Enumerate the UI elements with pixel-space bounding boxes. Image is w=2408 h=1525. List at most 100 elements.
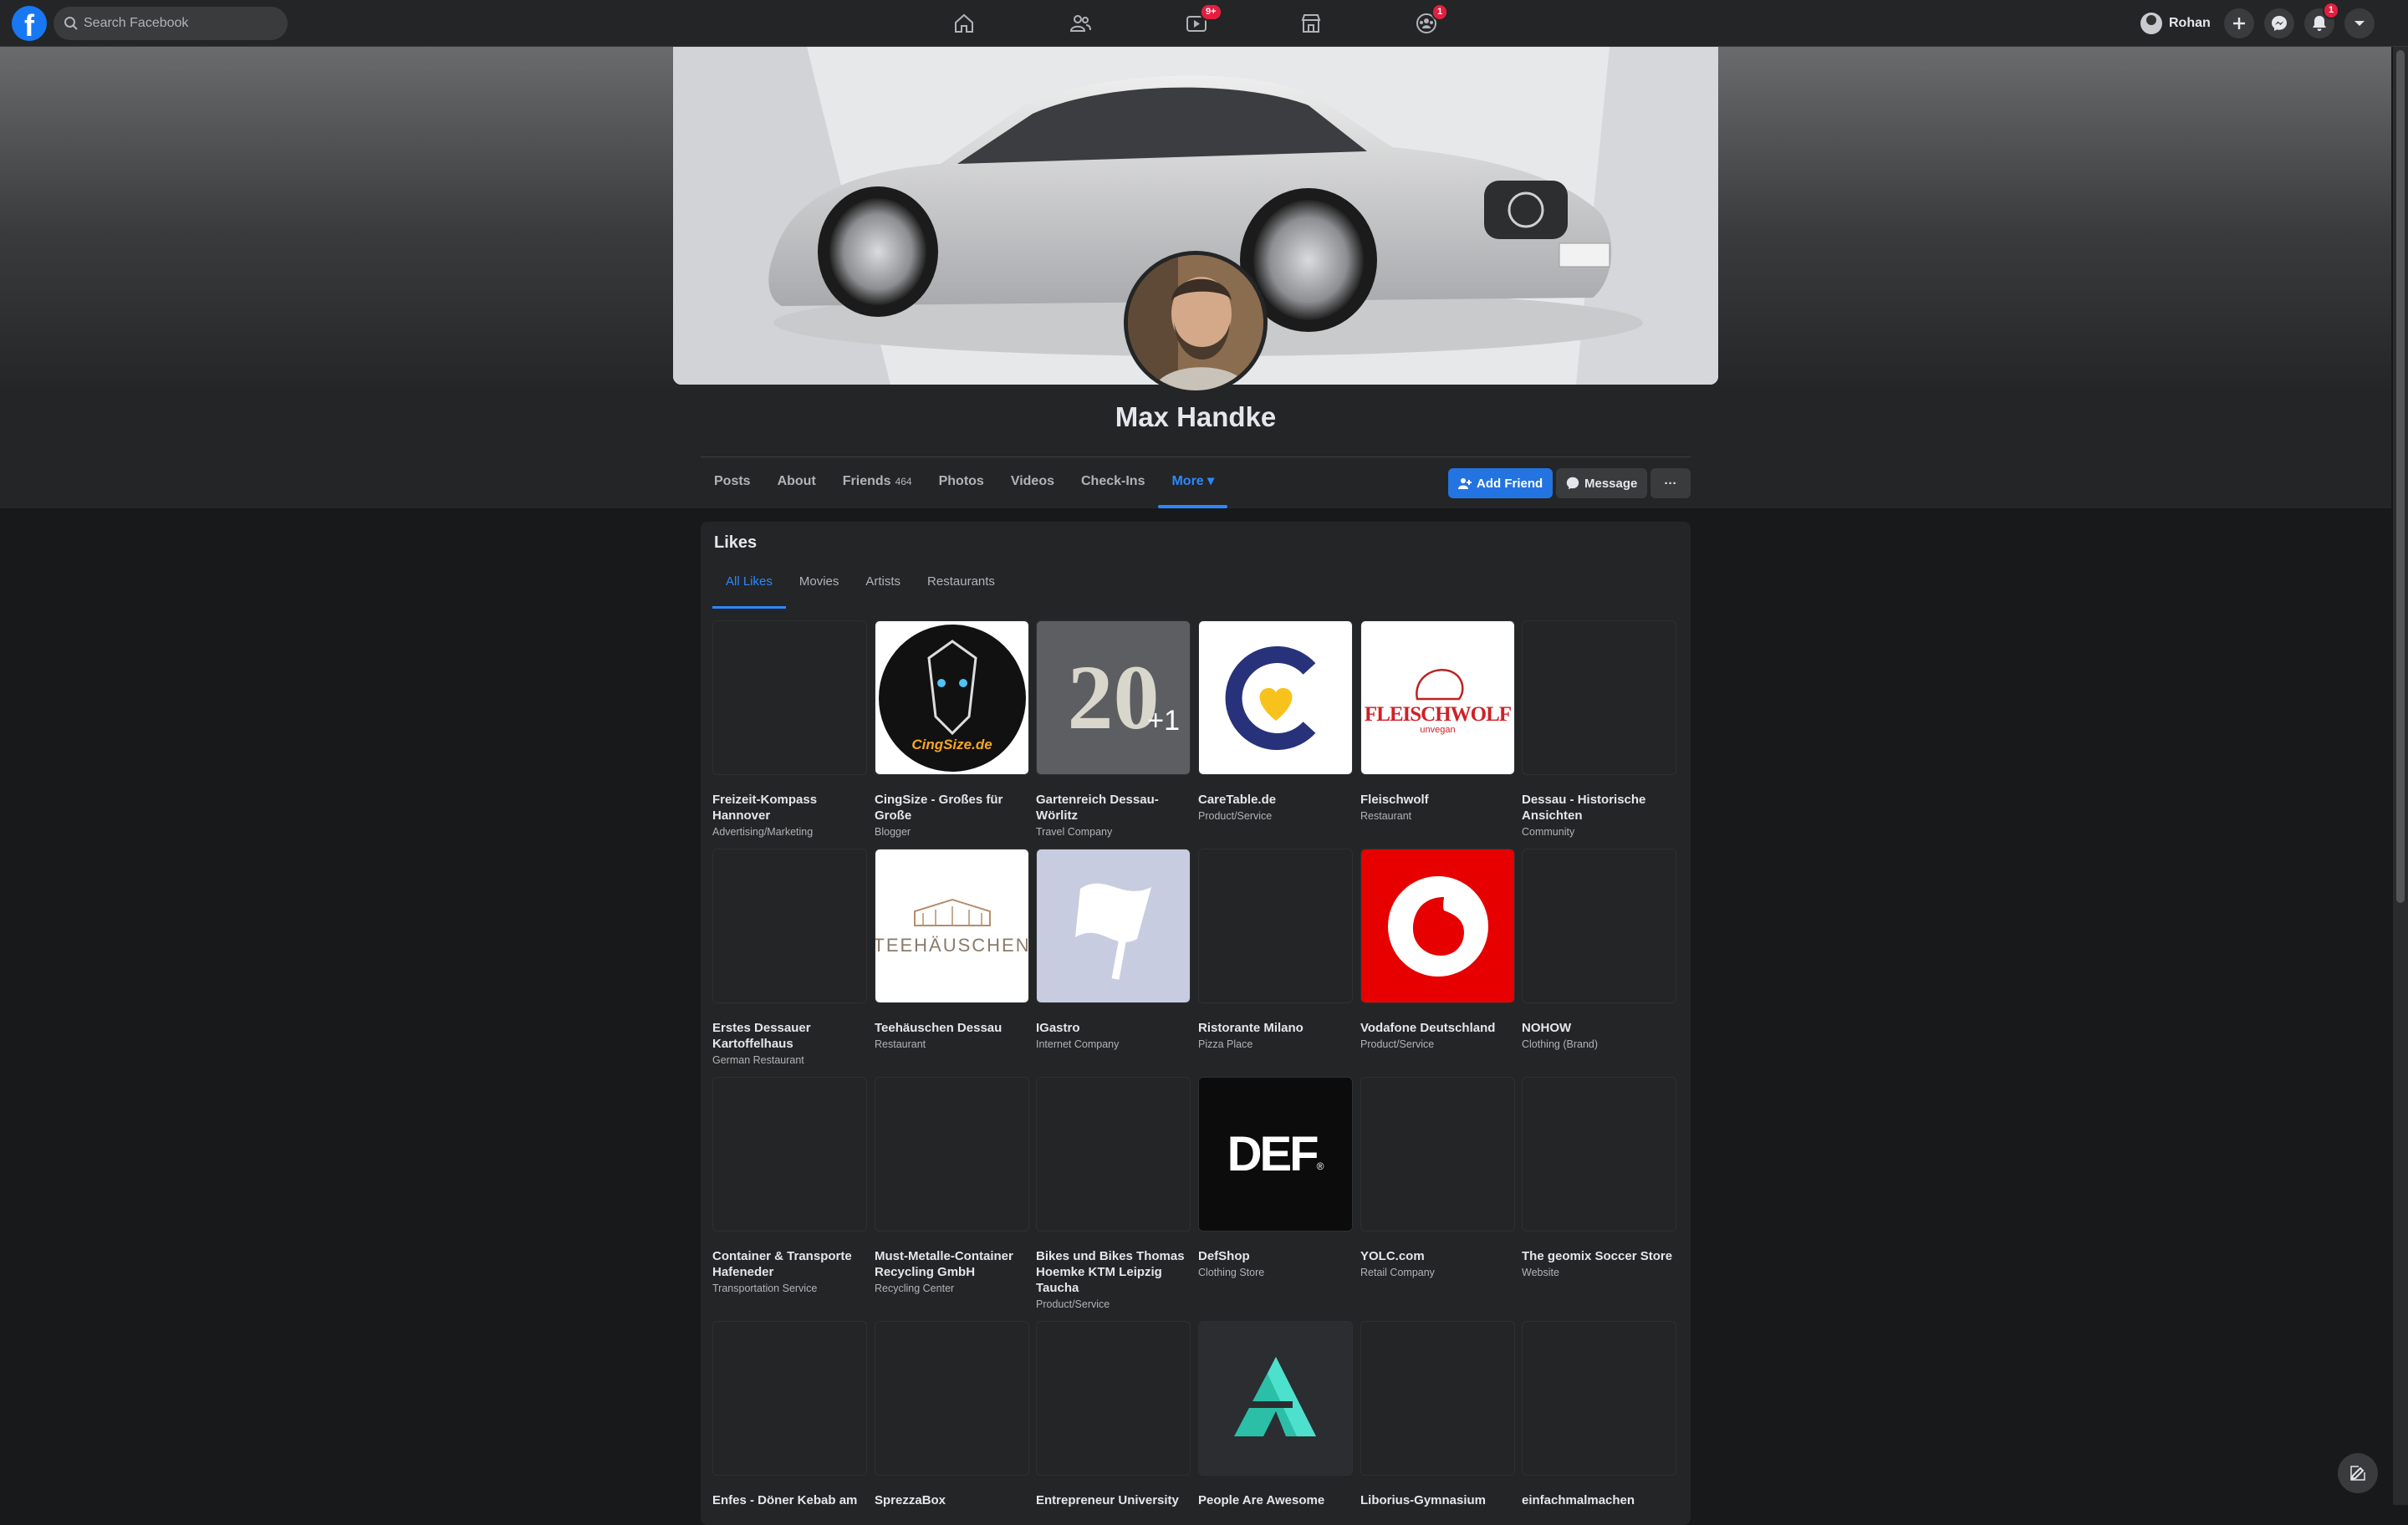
tab-friends[interactable]: Friends 464 bbox=[829, 458, 926, 508]
nav-home-button[interactable] bbox=[941, 8, 987, 38]
page-thumbnail[interactable]: CingSize.de bbox=[875, 620, 1029, 775]
profile-shortcut[interactable]: Rohan bbox=[2140, 8, 2211, 38]
like-item[interactable]: DEF ® DefShop Clothing Store bbox=[1198, 1077, 1353, 1280]
nav-marketplace-button[interactable] bbox=[1288, 8, 1334, 38]
page-name[interactable]: IGastro bbox=[1036, 1020, 1191, 1036]
page-name[interactable]: Liborius-Gymnasium bbox=[1360, 1492, 1515, 1508]
page-name[interactable]: Container & Transporte Hafeneder bbox=[712, 1248, 867, 1280]
page-thumbnail[interactable] bbox=[712, 1077, 867, 1232]
scrollbar[interactable] bbox=[2393, 47, 2408, 1505]
facebook-logo-icon[interactable]: f bbox=[12, 6, 47, 43]
page-name[interactable]: The geomix Soccer Store bbox=[1522, 1248, 1676, 1264]
add-friend-button[interactable]: Add Friend bbox=[1448, 468, 1553, 498]
page-name[interactable]: SprezzaBox bbox=[875, 1492, 1029, 1508]
page-name[interactable]: einfachmalmachen bbox=[1522, 1492, 1676, 1508]
like-item[interactable]: Erstes Dessauer Kartoffelhaus German Rest… bbox=[712, 849, 867, 1068]
like-item[interactable]: Ristorante Milano Pizza Place bbox=[1198, 849, 1353, 1052]
page-thumbnail[interactable] bbox=[1360, 849, 1515, 1003]
page-thumbnail[interactable] bbox=[1360, 1321, 1515, 1476]
page-thumbnail[interactable]: TEEHÄUSCHEN bbox=[875, 849, 1029, 1003]
nav-groups-button[interactable]: 1 bbox=[1403, 3, 1450, 38]
page-name[interactable]: Gartenreich Dessau-Wörlitz bbox=[1036, 792, 1191, 824]
like-item[interactable]: Must-Metalle-Container Recycling GmbH Rec… bbox=[875, 1077, 1029, 1296]
tab-more[interactable]: More ▾ bbox=[1158, 458, 1227, 508]
like-item[interactable]: Entrepreneur University bbox=[1036, 1321, 1191, 1510]
like-item[interactable]: TEEHÄUSCHEN Teehäuschen Dessau Restaurant bbox=[875, 849, 1029, 1052]
tab-check-ins[interactable]: Check-Ins bbox=[1068, 458, 1158, 508]
page-thumbnail[interactable] bbox=[1522, 620, 1676, 775]
like-item[interactable]: CingSize.de CingSize - Großes für Große Bl… bbox=[875, 620, 1029, 839]
page-thumbnail[interactable] bbox=[712, 1321, 867, 1476]
like-item[interactable]: Liborius-Gymnasium bbox=[1360, 1321, 1515, 1510]
tab-movies[interactable]: Movies bbox=[786, 555, 853, 609]
page-name[interactable]: NOHOW bbox=[1522, 1020, 1676, 1036]
like-item[interactable]: NOHOW Clothing (Brand) bbox=[1522, 849, 1676, 1052]
page-thumbnail[interactable] bbox=[1036, 1077, 1191, 1232]
page-thumbnail[interactable] bbox=[712, 620, 867, 775]
nav-watch-button[interactable]: 9+ bbox=[1173, 3, 1222, 38]
page-name[interactable]: CingSize - Großes für Große bbox=[875, 792, 1029, 824]
page-thumbnail[interactable] bbox=[875, 1321, 1029, 1476]
page-thumbnail[interactable]: FLEISCHWOLF unvegan bbox=[1360, 620, 1515, 775]
page-name[interactable]: YOLC.com bbox=[1360, 1248, 1515, 1264]
like-item[interactable]: einfachmalmachen bbox=[1522, 1321, 1676, 1510]
page-name[interactable]: Must-Metalle-Container Recycling GmbH bbox=[875, 1248, 1029, 1280]
like-item[interactable]: The geomix Soccer Store Website bbox=[1522, 1077, 1676, 1280]
like-item[interactable]: CareTable.de Product/Service bbox=[1198, 620, 1353, 824]
page-name[interactable]: Ristorante Milano bbox=[1198, 1020, 1353, 1036]
profile-picture[interactable] bbox=[1124, 251, 1268, 395]
like-item[interactable]: IGastro Internet Company bbox=[1036, 849, 1191, 1052]
search-input[interactable]: Search Facebook bbox=[54, 7, 288, 40]
page-thumbnail[interactable] bbox=[875, 1077, 1029, 1232]
tab-restaurants[interactable]: Restaurants bbox=[914, 555, 1008, 609]
tab-all-likes[interactable]: All Likes bbox=[712, 555, 786, 609]
more-options-button[interactable]: ··· bbox=[1650, 468, 1691, 498]
page-thumbnail[interactable] bbox=[1522, 1077, 1676, 1232]
like-item[interactable]: YOLC.com Retail Company bbox=[1360, 1077, 1515, 1280]
like-item[interactable]: FLEISCHWOLF unvegan Fleischwolf Restaurant bbox=[1360, 620, 1515, 824]
like-item[interactable]: Bikes und Bikes Thomas Hoemke KTM Leipzi… bbox=[1036, 1077, 1191, 1312]
page-thumbnail[interactable]: 20 +1 bbox=[1036, 620, 1191, 775]
like-item[interactable]: 20 +1 Gartenreich Dessau-Wörlitz Travel Com… bbox=[1036, 620, 1191, 839]
page-name[interactable]: DefShop bbox=[1198, 1248, 1353, 1264]
like-item[interactable]: Enfes - Döner Kebab am bbox=[712, 1321, 867, 1510]
message-button[interactable]: Message bbox=[1556, 468, 1648, 498]
tab-about[interactable]: About bbox=[764, 458, 829, 508]
like-item[interactable]: Dessau - Historische Ansichten Community bbox=[1522, 620, 1676, 839]
like-item[interactable]: Vodafone Deutschland Product/Service bbox=[1360, 849, 1515, 1052]
like-item[interactable]: SprezzaBox bbox=[875, 1321, 1029, 1510]
page-thumbnail[interactable] bbox=[1036, 1321, 1191, 1476]
page-name[interactable]: Vodafone Deutschland bbox=[1360, 1020, 1515, 1036]
nav-friends-button[interactable] bbox=[1057, 8, 1104, 38]
like-item[interactable]: Freizeit-Kompass Hannover Advertising/Mar… bbox=[712, 620, 867, 839]
tab-videos[interactable]: Videos bbox=[997, 458, 1068, 508]
page-name[interactable]: Freizeit-Kompass Hannover bbox=[712, 792, 867, 824]
like-item[interactable]: People Are Awesome bbox=[1198, 1321, 1353, 1510]
page-thumbnail[interactable] bbox=[712, 849, 867, 1003]
page-name[interactable]: Fleischwolf bbox=[1360, 792, 1515, 808]
page-name[interactable]: People Are Awesome bbox=[1198, 1492, 1353, 1508]
tab-photos[interactable]: Photos bbox=[926, 458, 997, 508]
notifications-button[interactable]: 1 bbox=[2304, 2, 2340, 38]
page-name[interactable]: Teehäuschen Dessau bbox=[875, 1020, 1029, 1036]
tab-posts[interactable]: Posts bbox=[701, 458, 764, 508]
page-thumbnail[interactable] bbox=[1360, 1077, 1515, 1232]
page-name[interactable]: Erstes Dessauer Kartoffelhaus bbox=[712, 1020, 867, 1052]
page-name[interactable]: Entrepreneur University bbox=[1036, 1492, 1191, 1508]
page-name[interactable]: Enfes - Döner Kebab am bbox=[712, 1492, 867, 1508]
messenger-button[interactable] bbox=[2264, 8, 2294, 38]
page-thumbnail[interactable] bbox=[1198, 620, 1353, 775]
page-thumbnail[interactable] bbox=[1198, 849, 1353, 1003]
page-name[interactable]: Dessau - Historische Ansichten bbox=[1522, 792, 1676, 824]
tab-artists[interactable]: Artists bbox=[852, 555, 914, 609]
scrollbar-thumb[interactable] bbox=[2396, 50, 2405, 903]
create-button[interactable] bbox=[2224, 8, 2254, 38]
page-name[interactable]: CareTable.de bbox=[1198, 792, 1353, 808]
page-thumbnail[interactable] bbox=[1522, 849, 1676, 1003]
page-thumbnail[interactable]: DEF ® bbox=[1198, 1077, 1353, 1232]
new-message-button[interactable] bbox=[2338, 1453, 2378, 1493]
page-thumbnail[interactable] bbox=[1036, 849, 1191, 1003]
like-item[interactable]: Container & Transporte Hafeneder Transpor… bbox=[712, 1077, 867, 1296]
account-menu-button[interactable] bbox=[2344, 8, 2375, 38]
page-name[interactable]: Bikes und Bikes Thomas Hoemke KTM Leipzi… bbox=[1036, 1248, 1191, 1296]
